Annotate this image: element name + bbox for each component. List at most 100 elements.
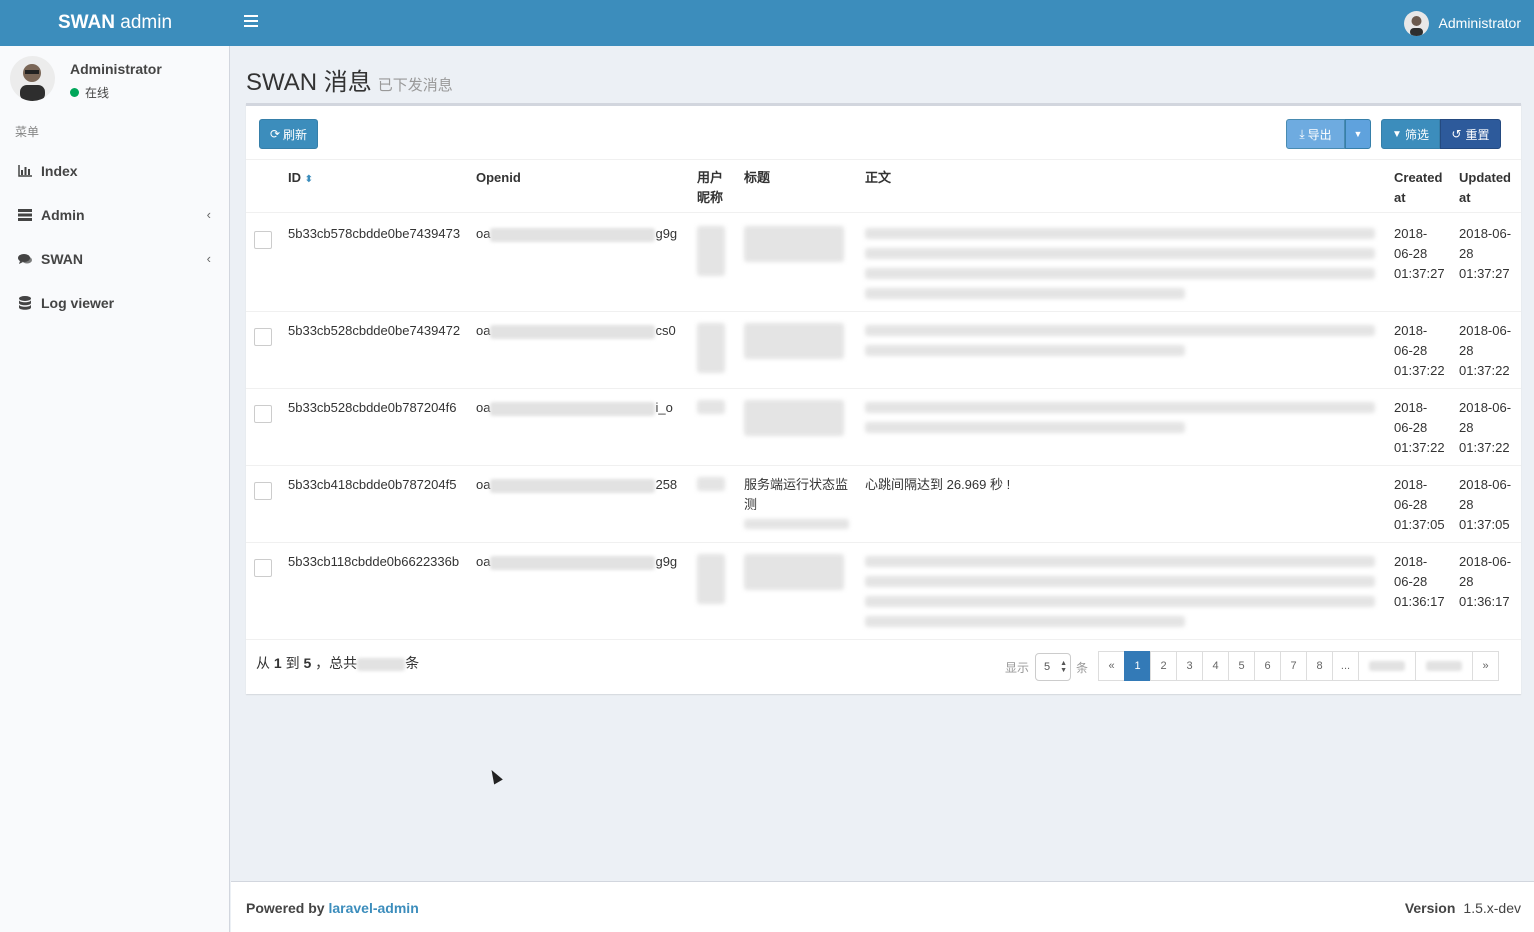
logo[interactable]: SWAN admin [0, 0, 230, 46]
hamburger-menu-icon[interactable] [244, 15, 258, 27]
export-button[interactable]: ⤓ 导出 [1286, 119, 1345, 149]
cell-updated-at: 2018-06- 28 01:37:05 [1459, 477, 1512, 532]
blurred-nickname [697, 477, 725, 491]
sidebar-item-label: SWAN [41, 251, 83, 267]
chevron-left-icon: ‹ [206, 251, 211, 266]
powered-by: Powered by laravel-admin [246, 900, 419, 916]
avatar [10, 56, 55, 101]
cell-created-at: 2018- 06-28 01:37:27 [1394, 226, 1445, 281]
pagination-info: 从 1 到 5 ，总共条 [256, 655, 420, 671]
blurred-nickname [697, 400, 725, 414]
column-header-title: 标题 [744, 170, 771, 185]
sidebar-item-label: Log viewer [41, 295, 115, 311]
blurred-body-line [865, 268, 1375, 279]
cell-title: 服务端运行状态监测 [744, 477, 849, 512]
blurred-title-sub [744, 519, 849, 529]
sidebar: Administrator 在线 菜单 Index Admin ‹ SWAN ‹… [0, 46, 230, 932]
column-header-openid: Openid [476, 170, 521, 185]
select-arrows-icon: ▲ ▼ [1060, 660, 1067, 674]
sidebar-item-log-viewer[interactable]: Log viewer [0, 281, 229, 325]
user-panel: Administrator 在线 [10, 56, 220, 104]
page-button[interactable]: 7 [1280, 651, 1307, 681]
laravel-admin-link[interactable]: laravel-admin [328, 900, 418, 916]
page-button[interactable] [1358, 651, 1416, 681]
page-button[interactable]: 4 [1202, 651, 1229, 681]
bar-chart-icon [17, 164, 33, 178]
sort-icon[interactable]: ⬍ [305, 174, 313, 185]
blurred-body-line [865, 248, 1375, 259]
chevron-left-icon: ‹ [206, 207, 211, 222]
blurred-body-line [865, 616, 1185, 627]
row-checkbox[interactable] [254, 405, 272, 423]
sidebar-item-index[interactable]: Index [0, 149, 229, 193]
cell-updated-at: 2018-06- 28 01:37:27 [1459, 226, 1512, 281]
row-checkbox[interactable] [254, 482, 272, 500]
blurred-nickname [697, 226, 725, 276]
row-checkbox[interactable] [254, 559, 272, 577]
online-dot-icon [70, 88, 79, 97]
blurred-openid [490, 478, 656, 493]
blurred-nickname [697, 323, 725, 373]
user-status: 在线 [70, 84, 109, 101]
filter-button[interactable]: ▼ 筛选 [1381, 119, 1440, 149]
page-button[interactable]: 6 [1254, 651, 1281, 681]
sidebar-item-admin[interactable]: Admin ‹ [0, 193, 229, 237]
refresh-icon: ⟳ [269, 127, 281, 141]
column-header-id[interactable]: ID ⬍ [288, 168, 313, 190]
footer: Powered by laravel-admin Version 1.5.x-de… [231, 881, 1534, 932]
refresh-button[interactable]: ⟳ 刷新 [259, 119, 318, 149]
column-header-updated-at: Updated at [1459, 170, 1511, 205]
page-button[interactable]: ... [1332, 651, 1359, 681]
menu-header: 菜单 [15, 125, 40, 139]
blurred-body-line [865, 556, 1375, 567]
page-button[interactable]: 8 [1306, 651, 1333, 681]
page-button[interactable] [1415, 651, 1473, 681]
filter-icon: ▼ [1392, 128, 1402, 140]
tasks-icon [17, 208, 33, 222]
sidebar-user-name: Administrator [70, 61, 162, 77]
pagination: «1 2 3 4 5 6 7 8... » [1098, 651, 1499, 681]
main-content: SWAN 消息 已下发消息 ⟳ 刷新 ⤓ 导出 ▼ ▼ 筛选 ↺ 重置 ID ⬍ Open… [231, 46, 1534, 881]
row-checkbox[interactable] [254, 328, 272, 346]
cell-openid: oa g9g [476, 226, 678, 242]
caret-down-icon: ▼ [1353, 129, 1363, 139]
status-label: 在线 [85, 86, 110, 100]
user-menu[interactable]: Administrator [1403, 9, 1521, 37]
cell-openid: oa cs0 [476, 323, 676, 339]
page-button[interactable]: 2 [1150, 651, 1177, 681]
per-page-unit: 条 [1076, 661, 1089, 675]
blurred-nickname [697, 554, 725, 604]
per-page-select[interactable]: 5 ▲ ▼ [1035, 653, 1071, 681]
cell-updated-at: 2018-06- 28 01:36:17 [1459, 554, 1512, 609]
row-checkbox[interactable] [254, 231, 272, 249]
blurred-body-line [865, 345, 1185, 356]
blurred-body-line [865, 596, 1375, 607]
page-subtitle: 已下发消息 [377, 77, 453, 94]
cell-id: 5b33cb578cbdde0be7439473 [288, 226, 461, 241]
cell-created-at: 2018- 06-28 01:37:05 [1394, 477, 1445, 532]
blurred-title [744, 554, 844, 590]
cell-openid: oa g9g [476, 554, 678, 570]
blurred-title [744, 323, 844, 359]
next-page-button[interactable]: » [1472, 651, 1499, 681]
blurred-body-line [865, 422, 1185, 433]
prev-page-button[interactable]: « [1098, 651, 1125, 681]
blurred-body-line [865, 228, 1375, 239]
column-header-body: 正文 [865, 170, 892, 185]
cell-id: 5b33cb528cbdde0be7439472 [288, 323, 461, 338]
page-button[interactable]: 3 [1176, 651, 1203, 681]
reset-button[interactable]: ↺ 重置 [1440, 119, 1501, 149]
export-dropdown-button[interactable]: ▼ [1345, 119, 1371, 149]
page-button[interactable]: 1 [1124, 651, 1151, 681]
page-button[interactable]: 5 [1228, 651, 1255, 681]
cell-id: 5b33cb118cbdde0b6622336b [288, 554, 460, 569]
undo-icon: ↺ [1451, 127, 1462, 141]
database-icon [17, 296, 33, 310]
sidebar-item-swan[interactable]: SWAN ‹ [0, 237, 229, 281]
logo-bold: SWAN [57, 12, 115, 33]
cell-id: 5b33cb418cbdde0b787204f5 [288, 477, 457, 492]
column-header-created-at: Created at [1394, 170, 1443, 205]
blurred-title [744, 400, 844, 436]
cell-openid: oa 258 [476, 477, 678, 493]
column-header-nickname: 用户 昵称 [697, 170, 724, 205]
